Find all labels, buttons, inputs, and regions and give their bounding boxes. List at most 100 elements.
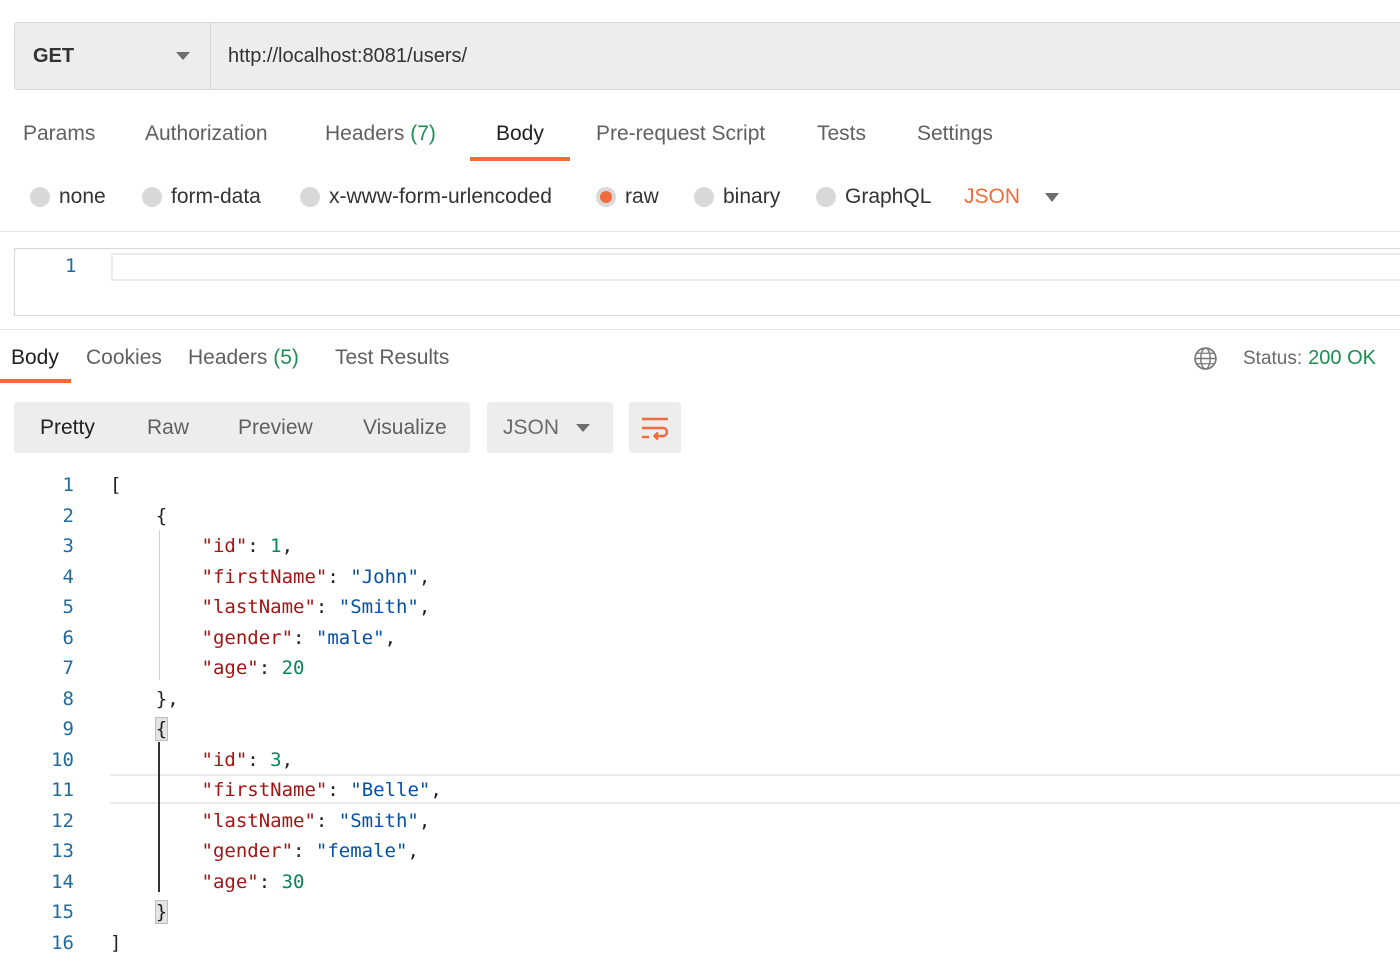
code-line: 5 "lastName": "Smith", — [0, 592, 1400, 622]
code-line: 14 "age": 30 — [0, 867, 1400, 897]
visualize-button[interactable]: Visualize — [363, 416, 447, 440]
status-value: 200 OK — [1308, 347, 1376, 369]
code-line: 7 "age": 20 — [0, 653, 1400, 683]
code-text: [ — [110, 474, 122, 496]
code-line: 15 } — [0, 897, 1400, 927]
tab-headers[interactable]: Headers (7) — [325, 122, 436, 146]
line-number: 15 — [51, 901, 74, 923]
body-type-selector: none form-data x-www-form-urlencoded raw… — [0, 178, 1400, 218]
radio-dot — [300, 187, 320, 207]
response-headers-count-badge: (5) — [273, 346, 299, 369]
raw-language-select[interactable]: JSON — [964, 185, 1060, 209]
code-line: 10 "id": 3, — [0, 745, 1400, 775]
code-line: 12 "lastName": "Smith", — [0, 806, 1400, 836]
radio-dot — [816, 187, 836, 207]
active-tab-indicator — [470, 157, 570, 161]
url-text: http://localhost:8081/users/ — [228, 44, 468, 67]
response-tab-headers[interactable]: Headers (5) — [188, 346, 299, 370]
line-number: 13 — [51, 840, 74, 862]
preview-button[interactable]: Preview — [238, 416, 313, 440]
code-text: "id": 1, — [201, 535, 294, 557]
wrap-lines-button[interactable] — [629, 402, 681, 453]
raw-button[interactable]: Raw — [147, 416, 189, 440]
code-text: "gender": "male", — [201, 626, 397, 649]
radio-dot — [30, 187, 50, 207]
tab-settings[interactable]: Settings — [917, 122, 993, 146]
line-number: 2 — [62, 504, 74, 527]
line-number: 3 — [62, 535, 74, 557]
radio-x-www-form-urlencoded[interactable]: x-www-form-urlencoded — [300, 185, 552, 209]
line-number: 1 — [65, 255, 77, 277]
wrap-lines-icon — [642, 417, 669, 441]
line-number: 8 — [62, 687, 74, 710]
code-text: } — [154, 900, 169, 924]
globe-icon[interactable] — [1193, 346, 1218, 371]
code-line: 6 "gender": "male", — [0, 623, 1400, 653]
code-line: 13 "gender": "female", — [0, 836, 1400, 866]
code-line: 11 "firstName": "Belle", — [0, 775, 1400, 805]
tab-authorization[interactable]: Authorization — [145, 122, 268, 146]
radio-none[interactable]: none — [30, 185, 106, 209]
method-select[interactable]: GET — [15, 23, 211, 89]
line-number: 16 — [51, 931, 74, 954]
code-line: 8 }, — [0, 684, 1400, 714]
response-tab-cookies[interactable]: Cookies — [86, 346, 162, 370]
code-text: "lastName": "Smith", — [201, 596, 431, 618]
chevron-down-icon — [576, 424, 590, 432]
code-line: 3 "id": 1, — [0, 531, 1400, 561]
divider — [0, 231, 1400, 232]
code-text: { — [154, 717, 169, 741]
tab-body[interactable]: Body — [496, 122, 544, 146]
response-status: Status: 200 OK — [1243, 347, 1376, 370]
code-text: "age": 20 — [201, 657, 305, 679]
chevron-down-icon — [1045, 192, 1060, 202]
line-number: 4 — [62, 565, 74, 588]
response-format-select[interactable]: JSON — [487, 402, 613, 453]
code-line: 4 "firstName": "John", — [0, 562, 1400, 592]
url-input[interactable]: http://localhost:8081/users/ — [211, 23, 1400, 89]
radio-form-data[interactable]: form-data — [142, 185, 261, 209]
radio-dot — [142, 187, 162, 207]
response-tab-body[interactable]: Body — [11, 346, 59, 370]
active-response-tab-indicator — [0, 379, 71, 383]
line-number: 5 — [62, 596, 74, 618]
request-tabs: Params Authorization Headers (7) Body Pr… — [0, 112, 1400, 164]
line-number: 7 — [62, 657, 74, 679]
line-number: 1 — [62, 474, 74, 496]
active-line-highlight — [111, 253, 1400, 281]
tab-tests[interactable]: Tests — [817, 122, 866, 146]
code-text: "firstName": "Belle", — [201, 779, 442, 801]
method-label: GET — [33, 44, 75, 67]
code-text: "firstName": "John", — [201, 565, 431, 588]
divider — [0, 329, 1400, 330]
code-text: "lastName": "Smith", — [201, 809, 431, 832]
code-text: { — [110, 504, 168, 527]
tab-pre-request-script[interactable]: Pre-request Script — [596, 122, 765, 146]
code-text: }, — [110, 687, 179, 710]
headers-count-badge: (7) — [410, 122, 436, 145]
line-number: 10 — [51, 748, 74, 771]
line-number: 6 — [62, 626, 74, 649]
line-number: 14 — [51, 870, 74, 893]
code-text: "id": 3, — [201, 748, 294, 771]
line-number: 12 — [51, 809, 74, 832]
code-line: 2 { — [0, 501, 1400, 531]
code-line: 16] — [0, 928, 1400, 958]
code-line: 9 { — [0, 714, 1400, 744]
code-line: 1[ — [0, 470, 1400, 500]
status-label: Status: — [1243, 348, 1303, 369]
radio-binary[interactable]: binary — [694, 185, 780, 209]
pretty-button[interactable]: Pretty — [40, 416, 95, 440]
view-mode-group: Pretty Raw Preview Visualize — [14, 402, 470, 453]
code-text: "age": 30 — [201, 870, 305, 893]
line-number: 11 — [51, 779, 74, 801]
code-text: ] — [110, 931, 122, 954]
request-body-editor[interactable]: 1 — [14, 248, 1400, 316]
radio-raw[interactable]: raw — [596, 185, 659, 209]
response-tab-test-results[interactable]: Test Results — [335, 346, 449, 370]
radio-graphql[interactable]: GraphQL — [816, 185, 931, 209]
tab-params[interactable]: Params — [23, 122, 95, 146]
response-body-viewer[interactable]: 1[2 {3 "id": 1, 4 "firstName": "John", 5 "… — [0, 470, 1400, 968]
radio-dot — [694, 187, 714, 207]
request-bar: GET http://localhost:8081/users/ — [14, 22, 1400, 90]
